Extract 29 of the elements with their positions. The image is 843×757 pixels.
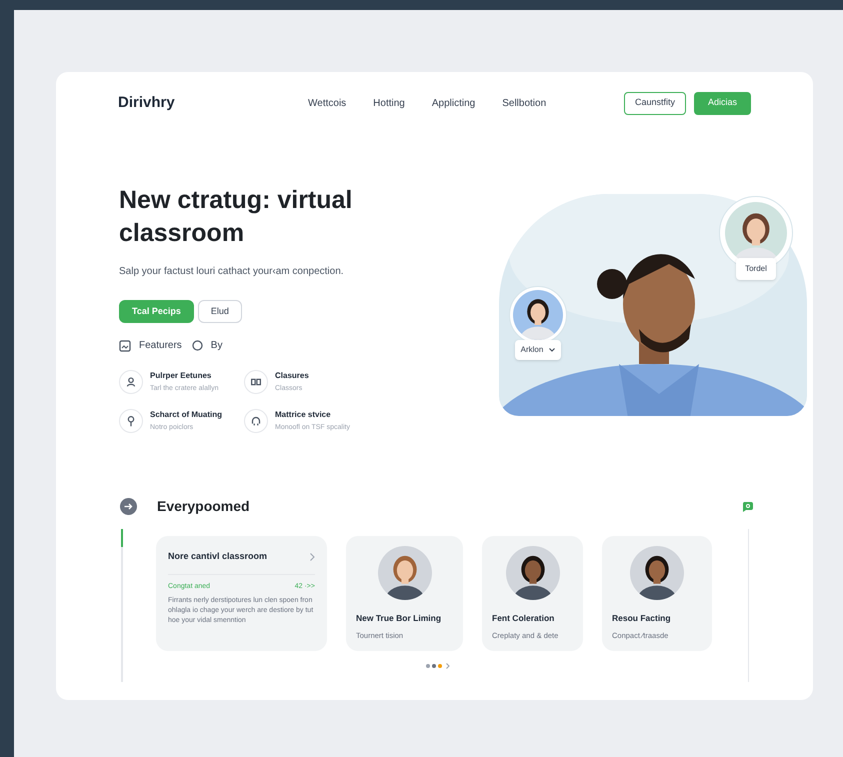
feature-title: Pulrper Eetunes [150,370,212,382]
circle-icon [192,340,203,351]
logo[interactable]: Dirivhry [118,92,308,114]
hero-title: New ctratug: virtual classroom [119,185,354,249]
filter-label[interactable]: By [210,338,222,353]
hero-button[interactable]: Elud [198,300,242,323]
nav-link[interactable]: Wettcois [308,96,346,110]
person-icon [119,370,143,394]
chat-icon[interactable] [742,502,753,512]
filter-label[interactable]: Featurers [139,338,182,353]
nav-link[interactable]: Hotting [373,96,405,110]
chevron-right-icon[interactable] [446,663,450,669]
header-button[interactable]: Caunstfity [624,92,686,114]
section-title: Everypoomed [157,497,250,516]
card-title: Resou Facting [612,612,672,625]
grid-icon [244,370,268,394]
feature-title: Scharct of Muating [150,408,222,420]
chevron-right-icon [310,552,315,561]
hero-subtitle: Salp your factust louri cathact your‹am conpection. [119,265,345,279]
card-title: Fent Coleration [492,612,556,625]
pin-icon [119,408,143,432]
card-title: New True Bor Liming [356,612,442,625]
card-title: Nore cantivl classroom [168,550,268,563]
feature-title: Clasures [275,370,309,382]
nav-link[interactable]: Applicting [432,96,476,110]
nav-link[interactable]: Sellbotion [502,96,546,110]
headset-icon [244,408,268,432]
image-icon [119,340,131,352]
feature-title: Mattrice stvice [275,408,332,420]
